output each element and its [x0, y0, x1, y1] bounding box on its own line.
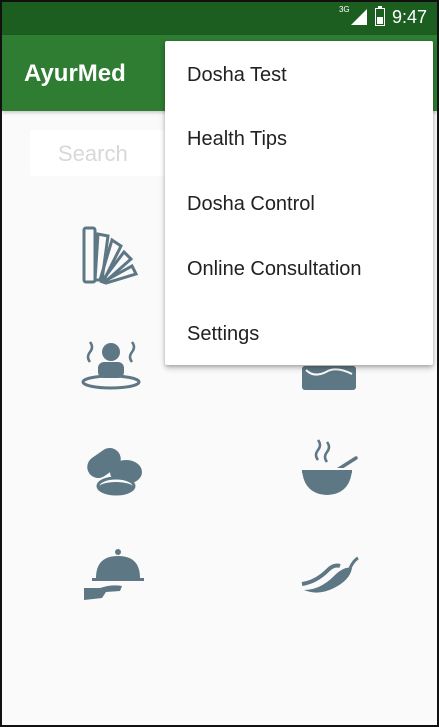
pills-capsules-icon[interactable] [82, 442, 144, 496]
serving-cloche-hand-icon[interactable] [82, 546, 144, 604]
app-screen: 3G 9:47 AyurMed Search Dosha Test Health… [2, 2, 437, 725]
status-bar: 3G 9:47 [2, 2, 437, 35]
signal-icon: 3G [339, 5, 368, 26]
menu-item-health-tips[interactable]: Health Tips [165, 107, 433, 171]
color-swatch-fan-icon[interactable] [80, 224, 142, 286]
steaming-bowl-icon[interactable] [298, 438, 360, 500]
battery-icon [374, 6, 385, 26]
menu-item-settings[interactable]: Settings [165, 302, 433, 366]
status-time: 9:47 [391, 7, 427, 27]
search-input[interactable]: Search [30, 130, 173, 176]
hot-bath-person-icon[interactable] [80, 338, 142, 390]
menu-item-dosha-test[interactable]: Dosha Test [165, 43, 433, 107]
chili-pepper-icon[interactable] [300, 554, 360, 598]
search-placeholder: Search [58, 141, 128, 166]
ayurveda-treatment-icon[interactable] [300, 364, 358, 392]
overflow-menu: Dosha Test Health Tips Dosha Control Onl… [165, 41, 433, 365]
menu-item-dosha-control[interactable]: Dosha Control [165, 172, 433, 236]
menu-item-online-consultation[interactable]: Online Consultation [165, 237, 433, 301]
app-title: AyurMed [24, 60, 126, 87]
network-type-label: 3G [338, 5, 350, 14]
